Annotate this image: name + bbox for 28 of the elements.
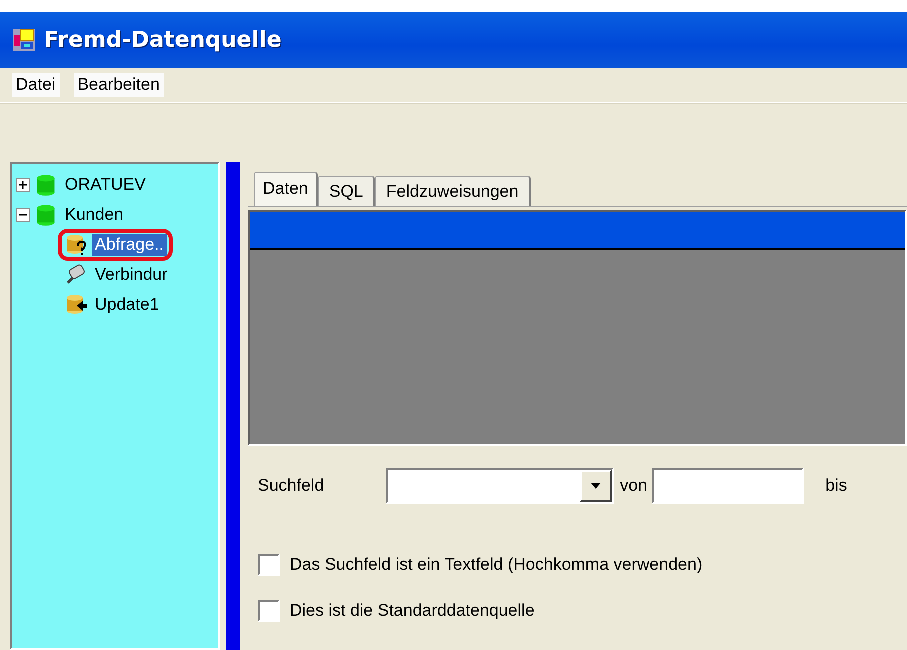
expand-icon[interactable] [16, 178, 30, 192]
tab[interactable]: SQL [318, 176, 376, 206]
search-label: Suchfeld [258, 476, 324, 496]
database-question-icon [64, 233, 88, 257]
tab[interactable]: Daten [254, 172, 318, 207]
checkbox[interactable] [258, 554, 280, 576]
dropdown-button[interactable] [580, 470, 612, 502]
window-title: Fremd-Datenquelle [44, 28, 282, 52]
tree-item[interactable]: Kunden [62, 204, 127, 226]
checkbox-label: Das Suchfeld ist ein Textfeld (Hochkomma verwenden) [290, 555, 703, 575]
to-label: bis [826, 476, 848, 496]
tree-item[interactable]: ORATUEV [62, 174, 149, 196]
menu-item[interactable]: Bearbeiten [74, 73, 164, 97]
from-label: von [620, 476, 648, 496]
checkbox-label: Dies ist die Standarddatenquelle [290, 601, 535, 621]
search-field-dropdown[interactable] [386, 468, 614, 504]
checkbox[interactable] [258, 600, 280, 622]
collapse-icon[interactable] [16, 208, 30, 222]
app-icon [12, 28, 36, 52]
tab[interactable]: Feldzuweisungen [375, 176, 531, 206]
tree-item[interactable]: Update1 [92, 294, 162, 316]
menu-item[interactable]: Datei [12, 73, 60, 97]
caret-icon [591, 483, 602, 489]
tree-item[interactable]: Verbindur [92, 264, 171, 286]
from-input-field[interactable] [652, 468, 804, 504]
tree-item[interactable]: Abfrage.. [92, 234, 167, 256]
plug-icon [64, 263, 88, 287]
database-arrow-icon [64, 293, 88, 317]
